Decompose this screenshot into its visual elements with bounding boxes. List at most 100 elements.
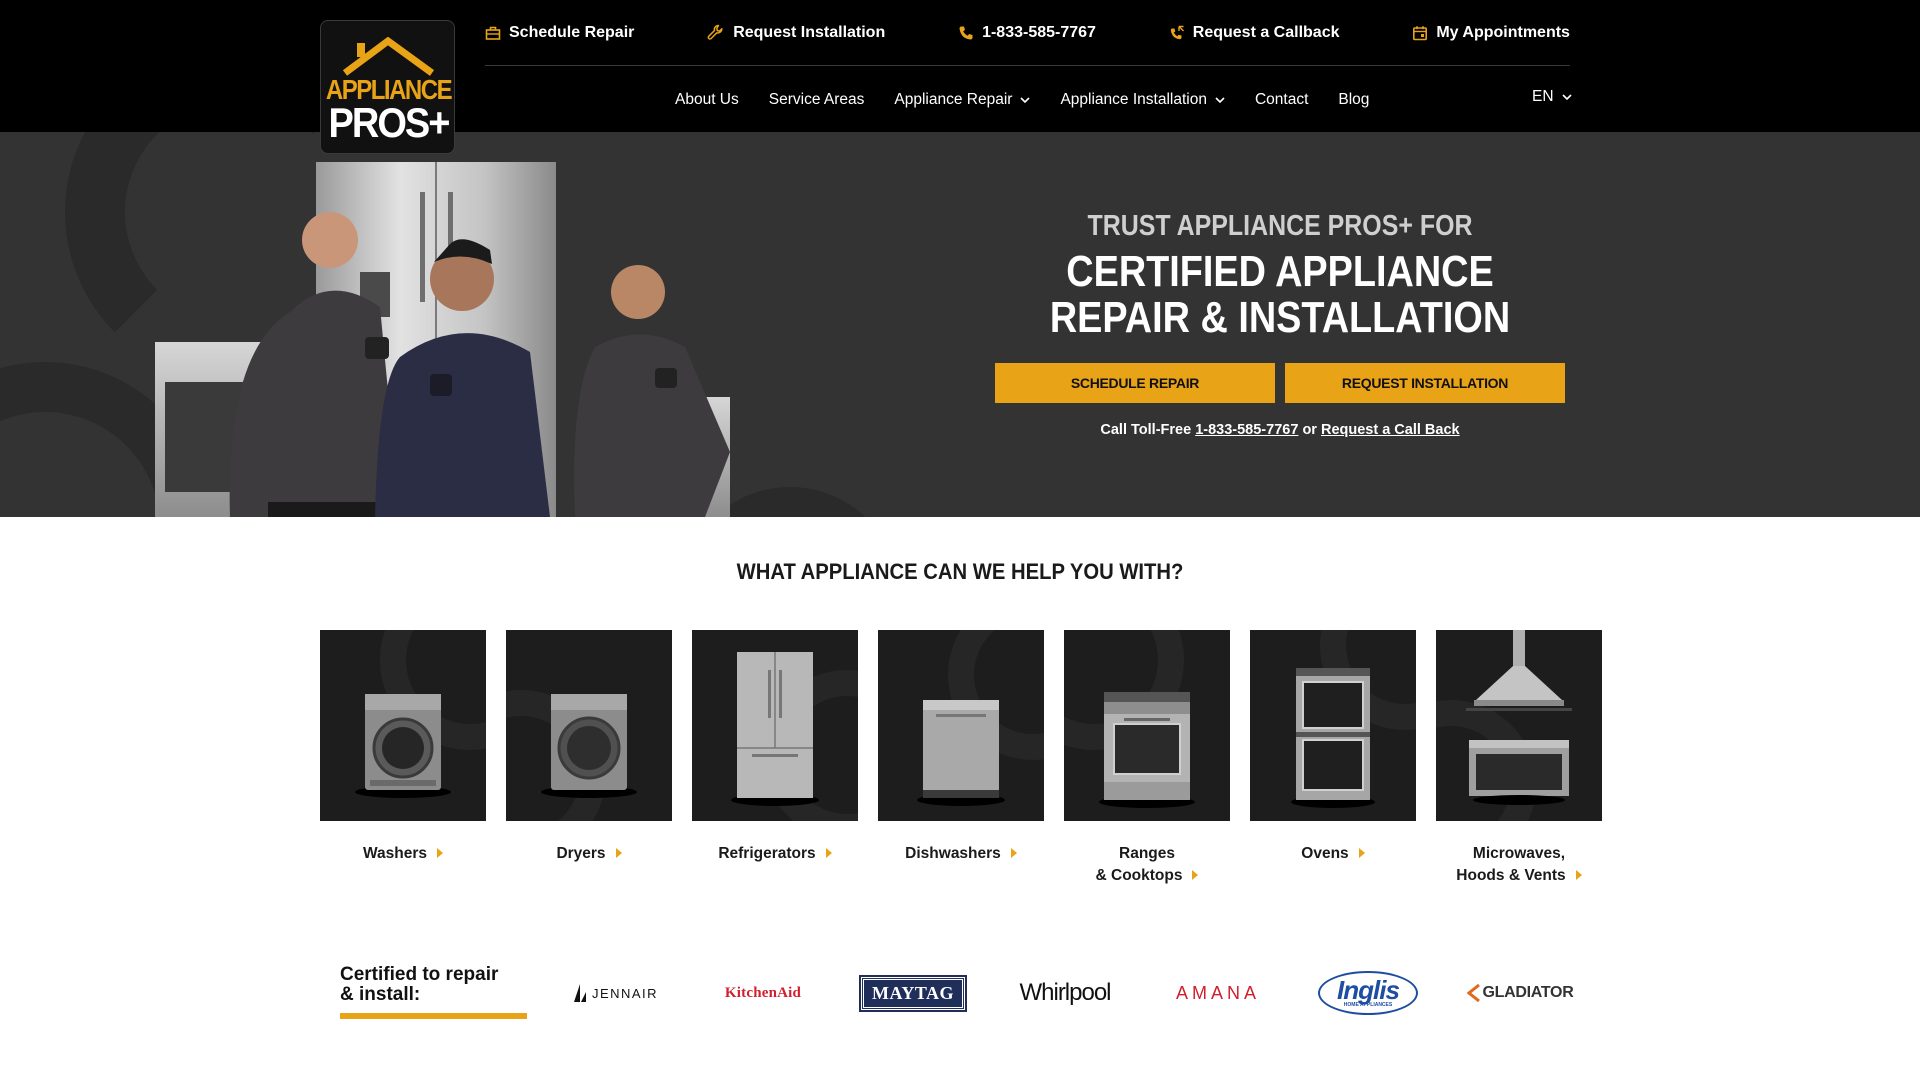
appliance-card-dryers[interactable]: Dryers [506, 630, 672, 887]
gladiator-mark-icon [1466, 984, 1480, 1002]
hero-banner: TRUST APPLIANCE PROS+ FOR CERTIFIED APPL… [0, 132, 1920, 517]
caret-right-icon [1358, 848, 1365, 858]
appliance-label: Refrigerators [692, 843, 858, 865]
appliance-label: Ovens [1250, 843, 1416, 865]
phone-link[interactable]: 1-833-585-7767 [958, 20, 1096, 46]
amana-logo: AMANA [1163, 968, 1273, 1018]
appliance-card-ovens[interactable]: Ovens [1250, 630, 1416, 887]
appliance-label-line-2: Hoods & Vents [1456, 867, 1566, 884]
washer-image [320, 630, 486, 821]
certified-underline [340, 1013, 527, 1019]
appliance-section-title: WHAT APPLIANCE CAN WE HELP YOU WITH? [736, 559, 1184, 584]
phone-icon [959, 26, 973, 40]
chevron-down-icon [1215, 96, 1225, 103]
caret-right-icon [825, 848, 832, 858]
dishwasher-image [878, 630, 1044, 821]
gladiator-logo: GLADIATOR [1465, 968, 1575, 1018]
schedule-repair-link[interactable]: Schedule Repair [485, 20, 634, 46]
certified-brands-label: Certified to repair & install: [340, 965, 527, 1005]
nav-item-appliance-repair[interactable]: Appliance Repair [879, 88, 1045, 112]
appliance-label: Washers [320, 843, 486, 865]
my-appointments-link[interactable]: My Appointments [1412, 20, 1570, 46]
schedule-repair-button[interactable]: SCHEDULE REPAIR [995, 363, 1275, 403]
request-installation-label: Request Installation [733, 24, 886, 41]
appliance-label: Microwaves, Hoods & Vents [1436, 843, 1602, 887]
brand-name: AMANA [1175, 982, 1260, 1003]
appliance-card-dishwashers[interactable]: Dishwashers [878, 630, 1044, 887]
roof-icon [342, 37, 435, 76]
request-callback-link[interactable]: Request a Callback [1169, 20, 1340, 46]
certified-label-line-2: & install: [340, 984, 421, 1005]
hero-call-text: Call Toll-Free 1-833-585-7767 or Request… [995, 422, 1565, 438]
appliance-label: Dryers [506, 843, 672, 865]
hero-title-line-2: REPAIR & INSTALLATION [1049, 293, 1511, 342]
appliance-grid: Washers Dryers Refrigerators Dishwashers… [320, 630, 1602, 887]
inglis-logo: Inglis HOME APPLIANCES [1313, 968, 1423, 1018]
utility-bar: Schedule Repair Request Installation 1-8… [485, 20, 1570, 66]
schedule-repair-label: Schedule Repair [509, 24, 635, 41]
brand-name: MAYTAG [872, 982, 955, 1003]
nav-about-label: About Us [675, 91, 739, 108]
appliance-card-microwaves-hoods-vents[interactable]: Microwaves, Hoods & Vents [1436, 630, 1602, 887]
language-label: EN [1532, 88, 1554, 105]
brand-name: Whirlpool [1019, 979, 1111, 1006]
appliance-label-line-1: Microwaves, [1472, 845, 1566, 862]
caret-right-icon [1575, 870, 1582, 880]
nav-item-blog[interactable]: Blog [1323, 88, 1384, 112]
appliance-label-line-1: Dryers [556, 845, 606, 862]
technicians-photo [155, 162, 730, 517]
toll-free-phone-link[interactable]: 1-833-585-7767 [1195, 422, 1298, 438]
nav-item-contact[interactable]: Contact [1240, 88, 1323, 112]
maytag-logo: MAYTAG [858, 968, 968, 1018]
appliance-card-refrigerators[interactable]: Refrigerators [692, 630, 858, 887]
hero-eyebrow: TRUST APPLIANCE PROS+ FOR [1087, 210, 1473, 242]
microwave-hood-image [1436, 630, 1602, 821]
brand-name: KitchenAid [724, 984, 802, 1001]
wrench-icon [707, 24, 723, 40]
appliance-label-line-1: Dishwashers [905, 845, 1001, 862]
brand-name: GLADIATOR [1482, 984, 1574, 1001]
wall-oven-image [1250, 630, 1416, 821]
caret-right-icon [615, 848, 622, 858]
hero-cta-group: SCHEDULE REPAIR REQUEST INSTALLATION [995, 363, 1565, 403]
appliance-label-line-1: Washers [362, 845, 428, 862]
appliance-pros-logo[interactable]: APPLIANCE PROS+ [320, 20, 455, 154]
request-call-back-link[interactable]: Request a Call Back [1321, 422, 1460, 438]
calendar-icon [1413, 26, 1428, 41]
jennair-mark-icon [573, 984, 586, 1002]
appliance-label-line-2: & Cooktops [1095, 867, 1183, 884]
caret-right-icon [1192, 870, 1199, 880]
hero-heading: TRUST APPLIANCE PROS+ FOR CERTIFIED APPL… [1000, 210, 1560, 341]
chevron-down-icon [1020, 96, 1031, 103]
appliance-label: Dishwashers [878, 843, 1044, 865]
refrigerator-image [692, 630, 858, 821]
chevron-down-icon [1561, 93, 1572, 100]
appliance-label-line-1: Ranges [1119, 845, 1175, 862]
call-or: or [1302, 422, 1317, 438]
hero-title: CERTIFIED APPLIANCE REPAIR & INSTALLATIO… [1039, 249, 1521, 341]
certified-label-line-1: Certified to repair [340, 964, 499, 985]
request-installation-button[interactable]: REQUEST INSTALLATION [1285, 363, 1565, 403]
nav-item-about-us[interactable]: About Us [660, 88, 754, 112]
appliance-card-washers[interactable]: Washers [320, 630, 486, 887]
hero-title-line-1: CERTIFIED APPLIANCE [1066, 247, 1494, 296]
nav-item-service-areas[interactable]: Service Areas [754, 88, 880, 112]
nav-appliance-repair-label: Appliance Repair [894, 91, 1013, 108]
request-callback-label: Request a Callback [1192, 24, 1340, 41]
language-selector[interactable]: EN [1532, 88, 1572, 106]
kitchenaid-logo: KitchenAid [708, 968, 818, 1018]
caret-right-icon [437, 848, 444, 858]
request-installation-link[interactable]: Request Installation [707, 20, 885, 46]
dryer-image [506, 630, 672, 821]
nav-appliance-installation-label: Appliance Installation [1060, 91, 1207, 108]
brand-name: JENNAIR [591, 985, 659, 1001]
phone-number: 1-833-585-7767 [982, 24, 1096, 41]
range-image [1064, 630, 1230, 821]
toolbox-icon [485, 26, 501, 40]
nav-item-appliance-installation[interactable]: Appliance Installation [1045, 88, 1240, 112]
nav-contact-label: Contact [1254, 91, 1309, 108]
site-header: APPLIANCE PROS+ Schedule Repair Request … [0, 0, 1920, 154]
caret-right-icon [1010, 848, 1017, 858]
appliance-label-line-1: Refrigerators [718, 845, 816, 862]
appliance-card-ranges-cooktops[interactable]: Ranges & Cooktops [1064, 630, 1230, 887]
